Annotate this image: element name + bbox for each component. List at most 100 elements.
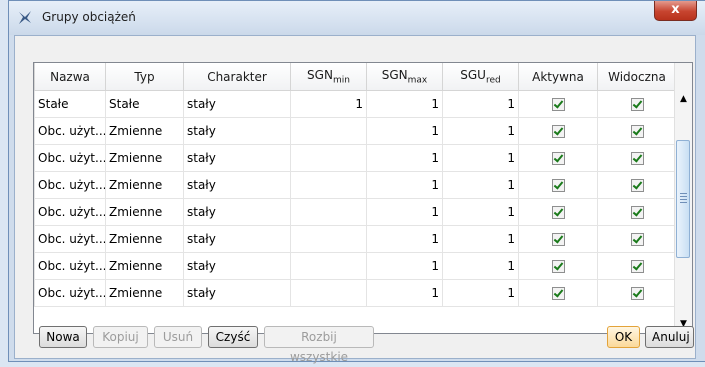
close-button[interactable]: x — [654, 1, 697, 21]
dialog-body: Nazwa Typ Charakter SGNmin SGNmax SGUred Aktyw… — [14, 35, 696, 364]
cell-typ[interactable]: Stałe — [105, 90, 184, 118]
cell-sgn-max[interactable]: 1 — [366, 117, 443, 145]
cell-sgn-max[interactable]: 1 — [366, 225, 443, 253]
aktywna-checkbox[interactable] — [551, 152, 565, 165]
widoczna-checkbox[interactable] — [630, 206, 644, 219]
cell-sgn-max[interactable]: 1 — [366, 90, 443, 118]
table-row[interactable]: Obc. użyt... Zmienne stały 1 1 — [34, 225, 677, 253]
cell-sgn-min[interactable] — [290, 171, 367, 199]
widoczna-checkbox[interactable] — [630, 98, 644, 111]
cell-widoczna — [597, 144, 677, 172]
cell-nazwa[interactable]: Stałe — [34, 90, 106, 118]
cell-charakter[interactable]: stały — [183, 144, 291, 172]
table-row[interactable]: Obc. użyt... Zmienne stały 1 1 — [34, 144, 677, 172]
aktywna-checkbox[interactable] — [551, 260, 565, 273]
cell-charakter[interactable]: stały — [183, 117, 291, 145]
column-header[interactable]: Aktywna — [518, 63, 598, 91]
cell-typ[interactable]: Zmienne — [105, 252, 184, 280]
chevron-up-icon[interactable]: ▲ — [675, 91, 692, 108]
cell-nazwa[interactable]: Obc. użyt... — [34, 225, 106, 253]
cell-charakter[interactable]: stały — [183, 225, 291, 253]
cell-sgu-red[interactable]: 1 — [442, 144, 519, 172]
table-header-row: Nazwa Typ Charakter SGNmin SGNmax SGUred Aktyw… — [34, 63, 677, 91]
widoczna-checkbox[interactable] — [630, 233, 644, 246]
split-all-button[interactable]: Rozbij wszystkie — [264, 326, 374, 364]
widoczna-checkbox[interactable] — [630, 152, 644, 165]
table-row[interactable]: Obc. użyt... Zmienne stały 1 1 — [34, 117, 677, 145]
column-header[interactable]: Typ — [105, 63, 184, 91]
cell-sgu-red[interactable]: 1 — [442, 171, 519, 199]
cell-sgn-min[interactable] — [290, 144, 367, 172]
cell-sgn-min[interactable] — [290, 279, 367, 307]
load-groups-grid: Nazwa Typ Charakter SGNmin SGNmax SGUred Aktyw… — [33, 62, 693, 334]
cell-nazwa[interactable]: Obc. użyt... — [34, 252, 106, 280]
cell-nazwa[interactable]: Obc. użyt... — [34, 279, 106, 307]
cell-sgn-min[interactable]: 1 — [290, 90, 367, 118]
cell-sgn-min[interactable] — [290, 198, 367, 226]
cell-typ[interactable]: Zmienne — [105, 279, 184, 307]
column-header[interactable]: Widoczna — [597, 63, 677, 91]
widoczna-checkbox[interactable] — [630, 260, 644, 273]
aktywna-checkbox[interactable] — [551, 125, 565, 138]
column-header[interactable]: SGNmax — [366, 63, 443, 91]
cell-typ[interactable]: Zmienne — [105, 198, 184, 226]
cell-sgu-red[interactable]: 1 — [442, 279, 519, 307]
cell-sgn-min[interactable] — [290, 225, 367, 253]
column-header[interactable]: SGUred — [442, 63, 519, 91]
scrollbar-thumb[interactable] — [676, 140, 690, 258]
aktywna-checkbox[interactable] — [551, 287, 565, 300]
cell-typ[interactable]: Zmienne — [105, 225, 184, 253]
table-row[interactable]: Obc. użyt... Zmienne stały 1 1 — [34, 198, 677, 226]
cell-sgu-red[interactable]: 1 — [442, 117, 519, 145]
cell-charakter[interactable]: stały — [183, 171, 291, 199]
cell-typ[interactable]: Zmienne — [105, 144, 184, 172]
cell-nazwa[interactable]: Obc. użyt... — [34, 198, 106, 226]
column-header-label: Widoczna — [608, 69, 666, 84]
widoczna-checkbox[interactable] — [630, 287, 644, 300]
table-row[interactable]: Obc. użyt... Zmienne stały 1 1 — [34, 171, 677, 199]
column-header[interactable]: SGNmin — [290, 63, 367, 91]
cell-sgu-red[interactable]: 1 — [442, 198, 519, 226]
cell-sgn-max[interactable]: 1 — [366, 279, 443, 307]
ok-button[interactable]: OK — [607, 326, 640, 348]
column-header[interactable]: Charakter — [183, 63, 291, 91]
aktywna-checkbox[interactable] — [551, 179, 565, 192]
copy-button[interactable]: Kopiuj — [93, 326, 148, 348]
vertical-scrollbar[interactable]: ▲ ▼ — [674, 63, 692, 333]
cell-sgn-min[interactable] — [290, 252, 367, 280]
aktywna-checkbox[interactable] — [551, 98, 565, 111]
cell-sgn-max[interactable]: 1 — [366, 144, 443, 172]
cell-sgu-red[interactable]: 1 — [442, 252, 519, 280]
cell-charakter[interactable]: stały — [183, 198, 291, 226]
cell-sgn-max[interactable]: 1 — [366, 171, 443, 199]
cell-charakter[interactable]: stały — [183, 252, 291, 280]
cell-nazwa[interactable]: Obc. użyt... — [34, 117, 106, 145]
table-row[interactable]: Obc. użyt... Zmienne stały 1 1 — [34, 252, 677, 280]
cell-sgn-min[interactable] — [290, 117, 367, 145]
cell-charakter[interactable]: stały — [183, 90, 291, 118]
cell-widoczna — [597, 198, 677, 226]
cell-sgu-red[interactable]: 1 — [442, 90, 519, 118]
cell-sgn-max[interactable]: 1 — [366, 252, 443, 280]
cancel-button[interactable]: Anuluj — [645, 326, 694, 348]
cell-typ[interactable]: Zmienne — [105, 171, 184, 199]
cell-sgn-max[interactable]: 1 — [366, 198, 443, 226]
cell-typ[interactable]: Zmienne — [105, 117, 184, 145]
cell-nazwa[interactable]: Obc. użyt... — [34, 144, 106, 172]
table-row[interactable]: Stałe Stałe stały 1 1 1 — [34, 90, 677, 118]
aktywna-checkbox[interactable] — [551, 233, 565, 246]
widoczna-checkbox[interactable] — [630, 179, 644, 192]
cell-widoczna — [597, 171, 677, 199]
widoczna-checkbox[interactable] — [630, 125, 644, 138]
table-row[interactable]: Obc. użyt... Zmienne stały 1 1 — [34, 279, 677, 307]
column-header[interactable]: Nazwa — [34, 63, 106, 91]
delete-button[interactable]: Usuń — [154, 326, 202, 348]
clear-button[interactable]: Czyść — [208, 326, 258, 348]
window-title: Grupy obciążeń — [42, 10, 136, 24]
cell-nazwa[interactable]: Obc. użyt... — [34, 171, 106, 199]
title-bar[interactable]: Grupy obciążeń x — [9, 1, 705, 35]
cell-sgu-red[interactable]: 1 — [442, 225, 519, 253]
new-button[interactable]: Nowa — [39, 326, 87, 348]
cell-charakter[interactable]: stały — [183, 279, 291, 307]
aktywna-checkbox[interactable] — [551, 206, 565, 219]
